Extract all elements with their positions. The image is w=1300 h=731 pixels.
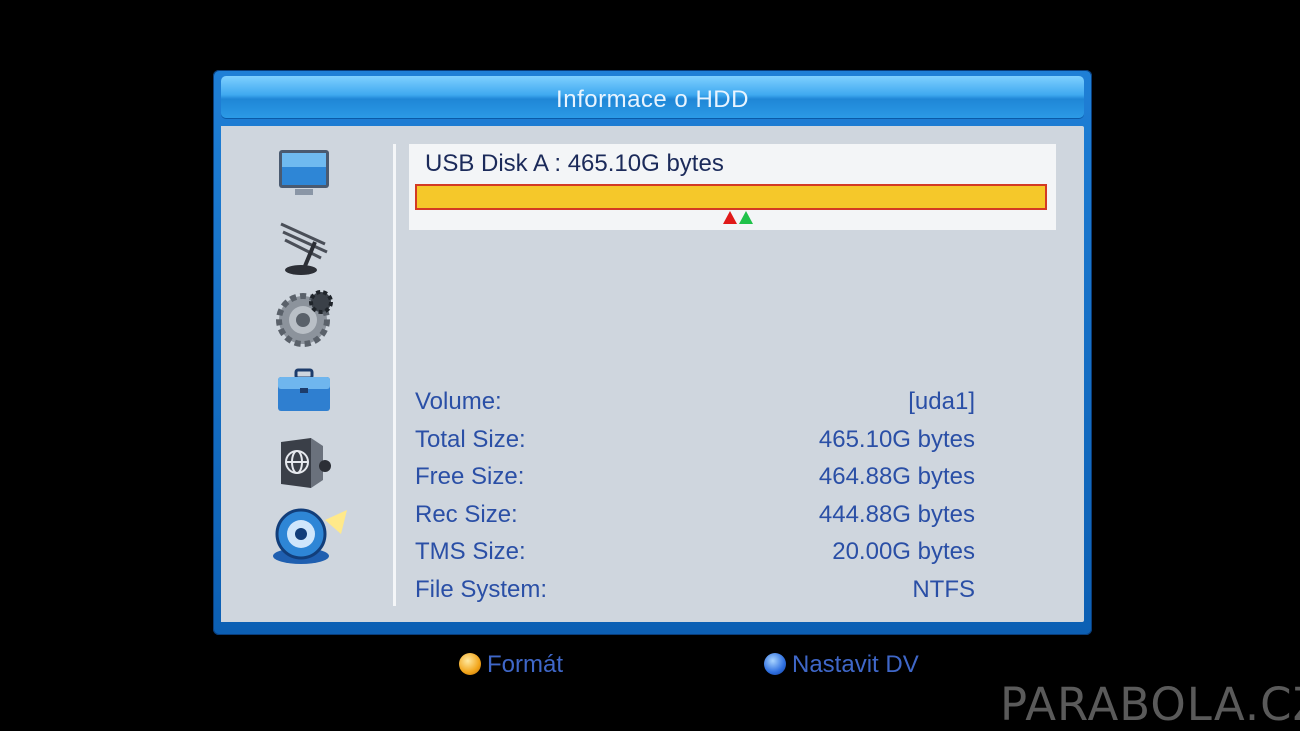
window-title: Informace o HDD [556,86,749,113]
disk-usage-panel: USB Disk A : 465.10G bytes [409,144,1056,230]
watermark: PARABOLA.CZ [1000,678,1300,731]
info-value: 444.88G bytes [818,500,975,528]
info-label: File System: [415,575,548,603]
info-value: 464.88G bytes [818,463,975,491]
info-row: Rec Size: 444.88G bytes [415,501,975,539]
satellite-dish-icon[interactable] [275,218,345,278]
disk-info-list: Volume: [uda1] Total Size: 465.10G bytes… [415,388,975,614]
content-panel: USB Disk A : 465.10G bytes Volume: [uda1… [221,126,1084,622]
set-dvr-button[interactable]: Nastavit DV [764,651,919,679]
gear-icon[interactable] [273,288,337,350]
info-row: TMS Size: 20.00G bytes [415,538,975,576]
info-row: Free Size: 464.88G bytes [415,463,975,501]
info-row: File System: NTFS [415,576,975,614]
info-value: [uda1] [908,388,975,415]
info-value: NTFS [912,575,975,603]
title-bar: Informace o HDD [221,76,1084,118]
media-disk-icon[interactable] [271,504,351,570]
info-label: TMS Size: [415,538,526,566]
hdd-info-window: Informace o HDD USB Disk A: 465.10G byt… [213,70,1092,635]
menu-sidebar [221,126,393,622]
info-value: 465.10G bytes [818,425,975,453]
info-value: 20.00G bytes [832,538,975,566]
format-button[interactable]: Formát [459,651,563,679]
disk-label: USB Disk A : 465.10G bytes [425,150,724,177]
blue-key-icon [764,653,786,675]
yellow-key-icon [459,653,481,675]
format-label: Formát [487,651,564,678]
info-label: Volume: [415,388,502,415]
tv-icon[interactable] [277,148,333,198]
info-row: Volume: [uda1] [415,388,975,426]
info-label: Total Size: [415,425,526,453]
info-label: Rec Size: [415,500,518,528]
info-row: Total Size: 465.10G bytes [415,426,975,464]
info-label: Free Size: [415,463,525,491]
network-globe-icon[interactable] [277,436,333,492]
tms-marker [739,211,753,224]
set-dvr-label: Nastavit DV [792,651,919,678]
toolbox-icon[interactable] [276,368,332,414]
disk-usage-bar [415,184,1047,210]
sidebar-divider [393,144,396,606]
rec-marker [723,211,737,224]
